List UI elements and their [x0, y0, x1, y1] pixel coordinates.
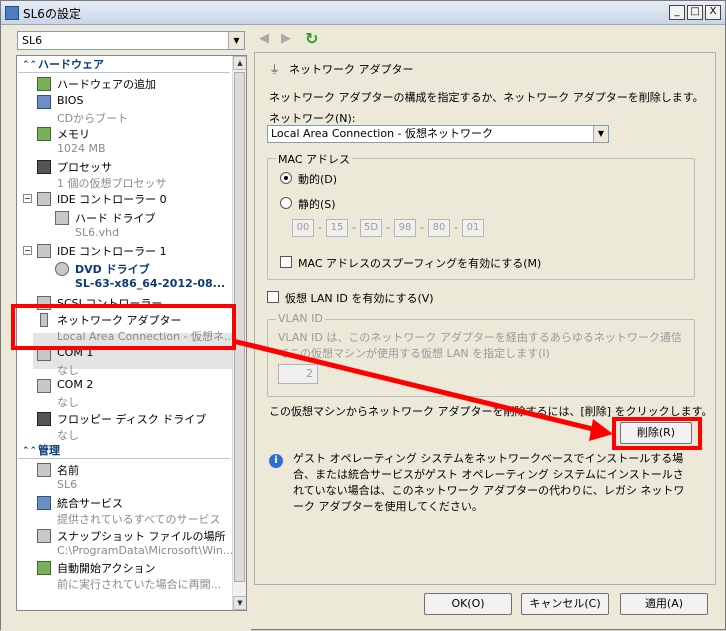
ok-button[interactable]: OK(O) — [424, 593, 512, 615]
settings-window: SL6の設定 _ □ X SL6 ▼ ⌃⌃ ハードウェア ハードウェアの追加 B… — [0, 0, 726, 631]
apply-button[interactable]: 適用(A) — [620, 593, 708, 615]
arrow-head — [589, 419, 613, 441]
cancel-button[interactable]: キャンセル(C) — [521, 593, 609, 615]
arrow-line — [232, 338, 602, 434]
highlight-arrow — [232, 338, 613, 441]
